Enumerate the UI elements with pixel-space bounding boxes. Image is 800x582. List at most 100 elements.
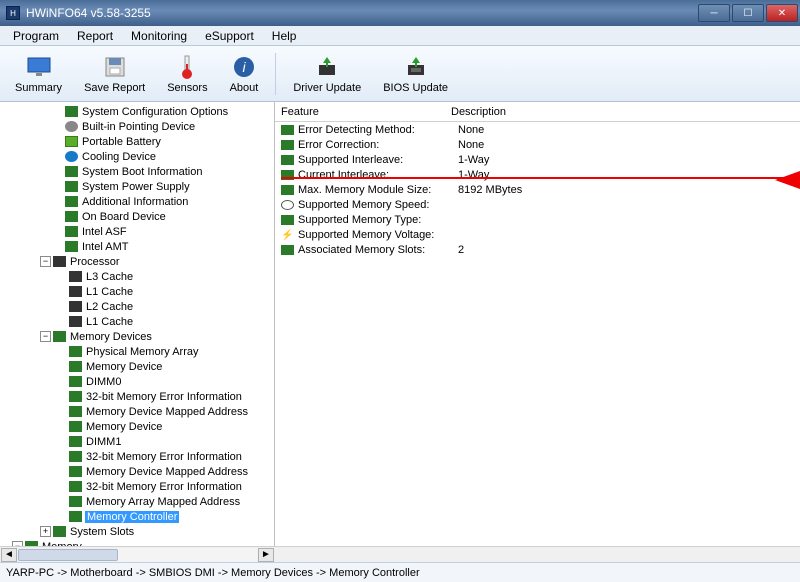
tree-toggle-icon[interactable]: − — [40, 256, 51, 267]
tree-item[interactable]: Memory Device Mapped Address — [0, 464, 274, 479]
chip-icon — [281, 140, 294, 150]
cpu-icon — [69, 301, 82, 312]
tree-item[interactable]: Memory Device Mapped Address — [0, 404, 274, 419]
tree-item[interactable]: Memory Device — [0, 419, 274, 434]
menu-program[interactable]: Program — [4, 27, 68, 45]
tree-item[interactable]: On Board Device — [0, 209, 274, 224]
bios-update-button[interactable]: BIOS Update — [374, 51, 457, 97]
window-title: HWiNFO64 v5.58-3255 — [26, 6, 151, 20]
tree-item-label: Processor — [69, 256, 121, 268]
tree-item-label: Cooling Device — [81, 151, 157, 163]
annotation-underline — [281, 177, 791, 179]
chip-icon — [69, 466, 82, 477]
tree-item[interactable]: Intel ASF — [0, 224, 274, 239]
chip-icon — [69, 421, 82, 432]
detail-row[interactable]: Max. Memory Module Size:8192 MBytes — [275, 182, 800, 197]
tree-item[interactable]: Additional Information — [0, 194, 274, 209]
header-description[interactable]: Description — [451, 106, 506, 118]
tree-item[interactable]: Intel AMT — [0, 239, 274, 254]
feature-name: Supported Memory Speed: — [298, 199, 458, 211]
tree-item[interactable]: − Memory Devices — [0, 329, 274, 344]
window-controls: ─ ☐ ✕ — [698, 4, 800, 22]
tree-item[interactable]: DIMM0 — [0, 374, 274, 389]
chip-icon — [53, 331, 66, 342]
tree-item[interactable]: Memory Controller — [0, 509, 274, 524]
chip-icon — [25, 541, 38, 546]
details-header[interactable]: Feature Description — [275, 102, 800, 122]
chip-icon — [69, 451, 82, 462]
clock-icon — [281, 200, 294, 210]
sensors-button[interactable]: Sensors — [158, 51, 216, 97]
tree-item[interactable]: System Configuration Options — [0, 104, 274, 119]
tree-item[interactable]: L1 Cache — [0, 314, 274, 329]
tree-item[interactable]: Physical Memory Array — [0, 344, 274, 359]
tree-item-label: System Power Supply — [81, 181, 191, 193]
tree-item[interactable]: L2 Cache — [0, 299, 274, 314]
summary-button[interactable]: Summary — [6, 51, 71, 97]
menu-esupport[interactable]: eSupport — [196, 27, 263, 45]
tree-item[interactable]: +System Slots — [0, 524, 274, 539]
tree-toggle-icon[interactable]: − — [12, 541, 23, 546]
minimize-button[interactable]: ─ — [698, 4, 730, 22]
detail-row[interactable]: Current Interleave:1-Way — [275, 167, 800, 182]
bat-icon — [65, 136, 78, 147]
scroll-track[interactable] — [118, 548, 257, 562]
tree-item[interactable]: − Processor — [0, 254, 274, 269]
scroll-thumb[interactable] — [18, 549, 118, 561]
save-report-button[interactable]: Save Report — [75, 51, 154, 97]
about-button[interactable]: i About — [221, 51, 268, 97]
tree-item[interactable]: Built-in Pointing Device — [0, 119, 274, 134]
tree-item[interactable]: Memory Array Mapped Address — [0, 494, 274, 509]
detail-row[interactable]: Associated Memory Slots:2 — [275, 242, 800, 257]
chip-icon — [65, 106, 78, 117]
menu-help[interactable]: Help — [263, 27, 306, 45]
tree-panel[interactable]: System Configuration OptionsBuilt-in Poi… — [0, 102, 275, 546]
maximize-button[interactable]: ☐ — [732, 4, 764, 22]
tree-item[interactable]: 32-bit Memory Error Information — [0, 479, 274, 494]
detail-row[interactable]: Supported Memory Type: — [275, 212, 800, 227]
tree-item[interactable]: System Power Supply — [0, 179, 274, 194]
driver-update-icon — [314, 54, 340, 80]
tree-item-label: Memory Devices — [69, 331, 153, 343]
chip-icon — [69, 511, 82, 522]
tree-item[interactable]: System Boot Information — [0, 164, 274, 179]
toolbar-separator — [275, 53, 276, 95]
feature-name: Error Correction: — [298, 139, 458, 151]
tree-item-label: System Boot Information — [81, 166, 203, 178]
tree-item[interactable]: Portable Battery — [0, 134, 274, 149]
tree-toggle-icon[interactable]: + — [40, 526, 51, 537]
tree-toggle-icon[interactable]: − — [40, 331, 51, 342]
tree-item[interactable]: L3 Cache — [0, 269, 274, 284]
cpu-icon — [69, 316, 82, 327]
detail-row[interactable]: Error Correction:None — [275, 137, 800, 152]
detail-row[interactable]: Supported Interleave:1-Way — [275, 152, 800, 167]
driver-update-button[interactable]: Driver Update — [284, 51, 370, 97]
sensors-label: Sensors — [167, 82, 207, 94]
about-label: About — [230, 82, 259, 94]
menu-report[interactable]: Report — [68, 27, 122, 45]
tree-item[interactable]: DIMM1 — [0, 434, 274, 449]
tree-item[interactable]: −Memory — [0, 539, 274, 546]
tree-item[interactable]: 32-bit Memory Error Information — [0, 389, 274, 404]
tree-hscrollbar[interactable]: ◄ ► — [0, 546, 800, 562]
tree-item[interactable]: Memory Device — [0, 359, 274, 374]
tree-item-label: Intel AMT — [81, 241, 129, 253]
tree-item[interactable]: 32-bit Memory Error Information — [0, 449, 274, 464]
tree-item-label: L3 Cache — [85, 271, 134, 283]
tree-item[interactable]: Cooling Device — [0, 149, 274, 164]
chip-icon — [65, 166, 78, 177]
tree-item[interactable]: L1 Cache — [0, 284, 274, 299]
detail-row[interactable]: Error Detecting Method:None — [275, 122, 800, 137]
menu-monitoring[interactable]: Monitoring — [122, 27, 196, 45]
scroll-left-button[interactable]: ◄ — [1, 548, 17, 562]
scroll-right-button[interactable]: ► — [258, 548, 274, 562]
detail-row[interactable]: Supported Memory Speed: — [275, 197, 800, 212]
tree-item-label: Portable Battery — [81, 136, 162, 148]
header-feature[interactable]: Feature — [281, 106, 451, 118]
detail-row[interactable]: ⚡Supported Memory Voltage: — [275, 227, 800, 242]
bios-update-icon — [403, 54, 429, 80]
chip-icon — [281, 185, 294, 195]
feature-name: Supported Memory Type: — [298, 214, 458, 226]
summary-label: Summary — [15, 82, 62, 94]
close-button[interactable]: ✕ — [766, 4, 798, 22]
